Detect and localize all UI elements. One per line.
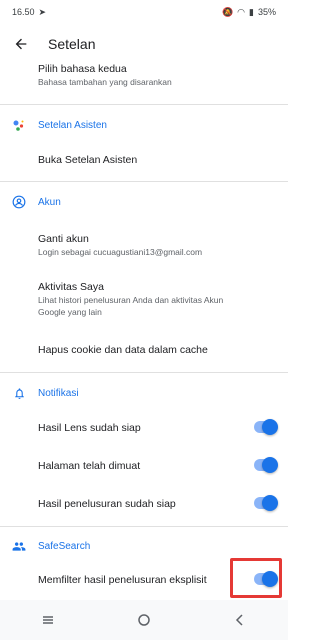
account-circle-icon xyxy=(12,195,26,209)
divider xyxy=(0,104,288,105)
divider xyxy=(0,372,288,373)
status-left: 16.50 ➤ xyxy=(12,7,46,17)
safesearch-section-header: SafeSearch xyxy=(0,535,288,557)
battery-percent: 35% xyxy=(257,7,276,17)
account-section-label: Akun xyxy=(38,196,61,208)
toggle-knob xyxy=(262,495,278,511)
clear-cookies-title: Hapus cookie dan data dalam cache xyxy=(38,344,208,356)
my-activity-subtitle-line1: Lihat histori penelusuran Anda dan aktiv… xyxy=(38,295,224,305)
notifications-section-header: Notifikasi xyxy=(0,382,288,404)
highlight-annotation-box xyxy=(230,558,282,598)
status-right: 🔕 ◠ ▮ 35% xyxy=(222,7,276,17)
system-nav-bar xyxy=(0,600,288,640)
page-loaded-setting: Halaman telah dimuat xyxy=(38,454,278,478)
lens-ready-label: Hasil Lens sudah siap xyxy=(38,422,141,434)
back-button[interactable] xyxy=(10,33,32,55)
search-ready-label: Hasil penelusuran sudah siap xyxy=(38,498,176,510)
recents-button[interactable] xyxy=(33,605,63,635)
battery-icon: ▮ xyxy=(249,6,254,17)
top-app-bar: Setelan xyxy=(0,24,288,64)
toggle-knob xyxy=(262,457,278,473)
people-icon xyxy=(12,539,26,553)
back-nav-button[interactable] xyxy=(225,605,255,635)
open-assistant-settings-item[interactable]: Buka Setelan Asisten xyxy=(38,153,278,167)
divider xyxy=(0,181,288,182)
chevron-left-icon xyxy=(235,614,243,626)
google-assistant-icon xyxy=(12,118,26,132)
open-assistant-title: Buka Setelan Asisten xyxy=(38,154,138,166)
second-language-subtitle: Bahasa tambahan yang disarankan xyxy=(38,77,172,87)
home-button[interactable] xyxy=(129,605,159,635)
wifi-icon: ◠ xyxy=(237,6,246,17)
recents-icon xyxy=(43,616,53,624)
lens-ready-setting: Hasil Lens sudah siap xyxy=(38,416,278,440)
my-activity-title: Aktivitas Saya xyxy=(38,281,104,293)
lens-ready-toggle[interactable] xyxy=(254,419,278,435)
switch-account-item[interactable]: Ganti akun Login sebagai cucuagustiani13… xyxy=(38,232,278,258)
page-loaded-label: Halaman telah dimuat xyxy=(38,460,141,472)
status-time: 16.50 xyxy=(12,7,35,17)
divider xyxy=(0,526,288,527)
toggle-knob xyxy=(262,419,278,435)
filter-explicit-label: Memfilter hasil penelusuran eksplisit xyxy=(38,574,207,586)
page-title: Setelan xyxy=(48,36,96,52)
search-ready-toggle[interactable] xyxy=(254,495,278,511)
switch-account-title: Ganti akun xyxy=(38,233,89,245)
bell-icon xyxy=(12,386,26,400)
assistant-section-header: Setelan Asisten xyxy=(0,114,288,136)
search-ready-setting: Hasil penelusuran sudah siap xyxy=(38,492,278,516)
account-section-header: Akun xyxy=(0,191,288,213)
second-language-title: Pilih bahasa kedua xyxy=(38,63,127,75)
page-loaded-toggle[interactable] xyxy=(254,457,278,473)
home-icon xyxy=(138,614,150,626)
mute-icon: 🔕 xyxy=(221,6,234,17)
safesearch-section-label: SafeSearch xyxy=(38,540,91,552)
clear-cookies-item[interactable]: Hapus cookie dan data dalam cache xyxy=(38,343,278,357)
assistant-section-label: Setelan Asisten xyxy=(38,119,107,131)
my-activity-subtitle-line2: Google yang lain xyxy=(38,307,102,317)
my-activity-item[interactable]: Aktivitas Saya Lihat histori penelusuran… xyxy=(38,280,278,318)
notifications-section-label: Notifikasi xyxy=(38,387,79,399)
status-bar: 16.50 ➤ 🔕 ◠ ▮ 35% xyxy=(0,0,288,24)
second-language-item[interactable]: Pilih bahasa kedua Bahasa tambahan yang … xyxy=(38,62,278,88)
location-icon: ➤ xyxy=(38,6,47,17)
switch-account-subtitle: Login sebagai cucuagustiani13@gmail.com xyxy=(38,247,203,257)
arrow-back-icon xyxy=(15,38,27,50)
